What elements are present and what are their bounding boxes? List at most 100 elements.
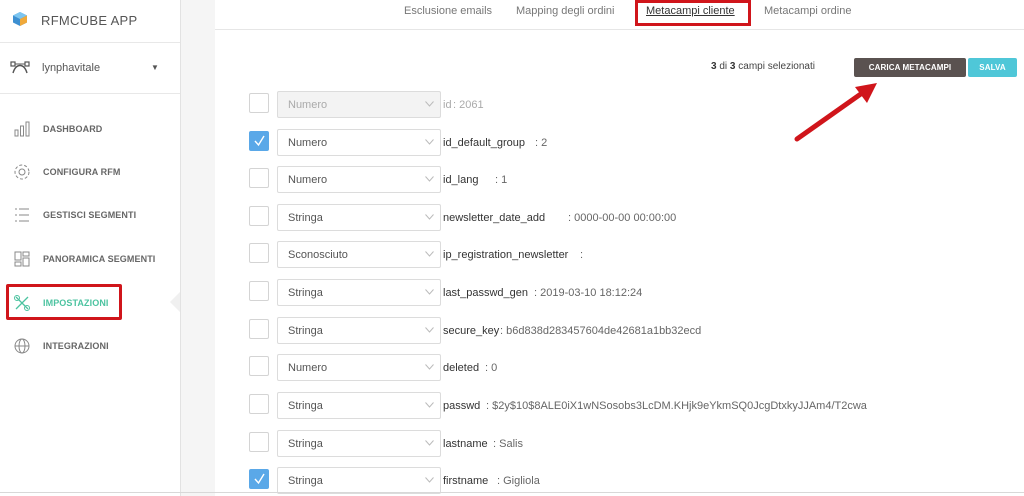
- field-checkbox[interactable]: [249, 469, 269, 489]
- gear-icon: [14, 164, 30, 180]
- brand: RFMCUBE APP: [0, 0, 180, 43]
- field-type-value: Numero: [288, 174, 328, 186]
- field-name: lastname: [443, 438, 488, 450]
- field-type-select[interactable]: Stringa: [277, 392, 441, 419]
- tab-bar: Esclusione emails Mapping degli ordini M…: [215, 0, 1024, 30]
- selection-of: di: [719, 61, 728, 72]
- sidebar-item-label: INTEGRAZIONI: [43, 341, 109, 351]
- field-value-text: Gigliola: [503, 475, 540, 487]
- field-value: : $2y$10$8ALE0iX1wNSosobs3LcDM.KHjk9eYkm…: [486, 400, 867, 412]
- field-checkbox[interactable]: [249, 356, 269, 376]
- bezier-icon: [10, 61, 30, 74]
- field-type-value: Numero: [288, 137, 328, 149]
- app-title: RFMCUBE APP: [41, 13, 138, 28]
- field-row: Stringa last_passwd_gen : 2019-03-10 18:12…: [215, 279, 1024, 306]
- account-selector[interactable]: lynphavitale ▼: [0, 43, 180, 94]
- field-checkbox[interactable]: [249, 394, 269, 414]
- sidebar-item-panoramica-segmenti[interactable]: PANORAMICA SEGMENTI: [0, 246, 180, 274]
- field-type-select[interactable]: Stringa: [277, 430, 441, 457]
- sidebar-item-label: DASHBOARD: [43, 124, 103, 134]
- field-row: Stringa firstname : Gigliola: [215, 467, 1024, 494]
- sidebar-item-label: GESTISCI SEGMENTI: [43, 210, 137, 220]
- field-type-value: Stringa: [288, 212, 323, 224]
- bar-chart-icon: [14, 121, 30, 137]
- bottom-divider: [0, 492, 1024, 493]
- content-gutter: [181, 0, 215, 496]
- field-name: secure_key: [443, 325, 500, 337]
- field-name: id: [443, 99, 452, 111]
- field-value: : 0000-00-00 00:00:00: [568, 212, 677, 224]
- field-value: : Gigliola: [497, 475, 540, 487]
- field-value: : 1: [495, 174, 508, 186]
- field-checkbox[interactable]: [249, 319, 269, 339]
- account-name: lynphavitale: [42, 62, 101, 74]
- field-type-value: Numero: [288, 99, 328, 111]
- chevron-down-icon: [425, 402, 434, 408]
- field-checkbox[interactable]: [249, 206, 269, 226]
- field-name: newsletter_date_add: [443, 212, 546, 224]
- chevron-down-icon: [425, 477, 434, 483]
- chevron-down-icon: ▼: [151, 63, 159, 72]
- field-checkbox[interactable]: [249, 93, 269, 113]
- selection-count: 3 di 3 campi selezionati: [711, 61, 815, 72]
- field-type-value: Numero: [288, 362, 328, 374]
- field-row: Numero id_lang : 1: [215, 166, 1024, 193]
- tab-metacampi-ordine[interactable]: Metacampi ordine: [764, 5, 851, 17]
- total-count: 3: [729, 61, 736, 72]
- check-icon: [254, 135, 265, 147]
- field-row: Sconosciuto ip_registration_newsletter:: [215, 241, 1024, 268]
- field-row: Stringa secure_key: b6d838d283457604de426…: [215, 317, 1024, 344]
- field-name: id_lang: [443, 174, 479, 186]
- field-type-select: Numero: [277, 91, 441, 118]
- grid-icon: [14, 251, 30, 267]
- field-value-text: 2061: [459, 99, 484, 111]
- field-type-select[interactable]: Numero: [277, 354, 441, 381]
- chevron-down-icon: [425, 101, 434, 107]
- field-value: : Salis: [493, 438, 523, 450]
- tab-mapping-ordini[interactable]: Mapping degli ordini: [516, 5, 614, 17]
- carica-metacampi-button[interactable]: CARICA METACAMPI: [854, 58, 966, 77]
- field-value: : b6d838d283457604de42681a1bb32ecd: [500, 325, 702, 337]
- sidebar-item-dashboard[interactable]: DASHBOARD: [0, 116, 180, 144]
- list-icon: [15, 208, 29, 222]
- cube-logo-icon: [13, 12, 27, 26]
- field-name: id_default_group: [443, 137, 525, 149]
- field-name: firstname: [443, 475, 489, 487]
- field-value-text: 0000-00-00 00:00:00: [574, 212, 677, 224]
- field-name: last_passwd_gen: [443, 287, 529, 299]
- chevron-down-icon: [425, 289, 434, 295]
- check-icon: [254, 473, 265, 485]
- sidebar-item-label: CONFIGURA RFM: [43, 167, 121, 177]
- sidebar: RFMCUBE APP lynphavitale ▼ DASHBOARD CONF…: [0, 0, 181, 496]
- sidebar-item-configura-rfm[interactable]: CONFIGURA RFM: [0, 159, 180, 187]
- field-type-select[interactable]: Numero: [277, 166, 441, 193]
- tab-esclusione-emails[interactable]: Esclusione emails: [404, 5, 492, 17]
- sidebar-item-gestisci-segmenti[interactable]: GESTISCI SEGMENTI: [0, 202, 180, 230]
- sidebar-item-integrazioni[interactable]: INTEGRAZIONI: [0, 333, 180, 361]
- field-type-select[interactable]: Sconosciuto: [277, 241, 441, 268]
- active-nav-highlight: [6, 284, 122, 320]
- field-type-select[interactable]: Stringa: [277, 204, 441, 231]
- field-checkbox[interactable]: [249, 168, 269, 188]
- field-type-select[interactable]: Stringa: [277, 279, 441, 306]
- field-checkbox[interactable]: [249, 243, 269, 263]
- field-type-select[interactable]: Stringa: [277, 317, 441, 344]
- field-type-select[interactable]: Stringa: [277, 467, 441, 494]
- field-row: Stringa lastname : Salis: [215, 430, 1024, 457]
- field-value: : 2: [535, 137, 548, 149]
- selected-count: 3: [711, 61, 717, 72]
- field-name: ip_registration_newsletter: [443, 249, 569, 261]
- field-checkbox[interactable]: [249, 432, 269, 452]
- field-checkbox[interactable]: [249, 131, 269, 151]
- field-checkbox[interactable]: [249, 281, 269, 301]
- field-value: :: [580, 249, 584, 261]
- field-row: Stringa passwd: $2y$10$8ALE0iX1wNSosobs3L…: [215, 392, 1024, 419]
- salva-button[interactable]: SALVA: [968, 58, 1017, 77]
- field-value-text: 2019-03-10 18:12:24: [540, 287, 643, 299]
- field-value: : 2019-03-10 18:12:24: [534, 287, 643, 299]
- chevron-down-icon: [425, 214, 434, 220]
- main-content: Esclusione emails Mapping degli ordini M…: [215, 0, 1024, 496]
- chevron-down-icon: [425, 364, 434, 370]
- field-type-select[interactable]: Numero: [277, 129, 441, 156]
- field-value: : 0: [485, 362, 498, 374]
